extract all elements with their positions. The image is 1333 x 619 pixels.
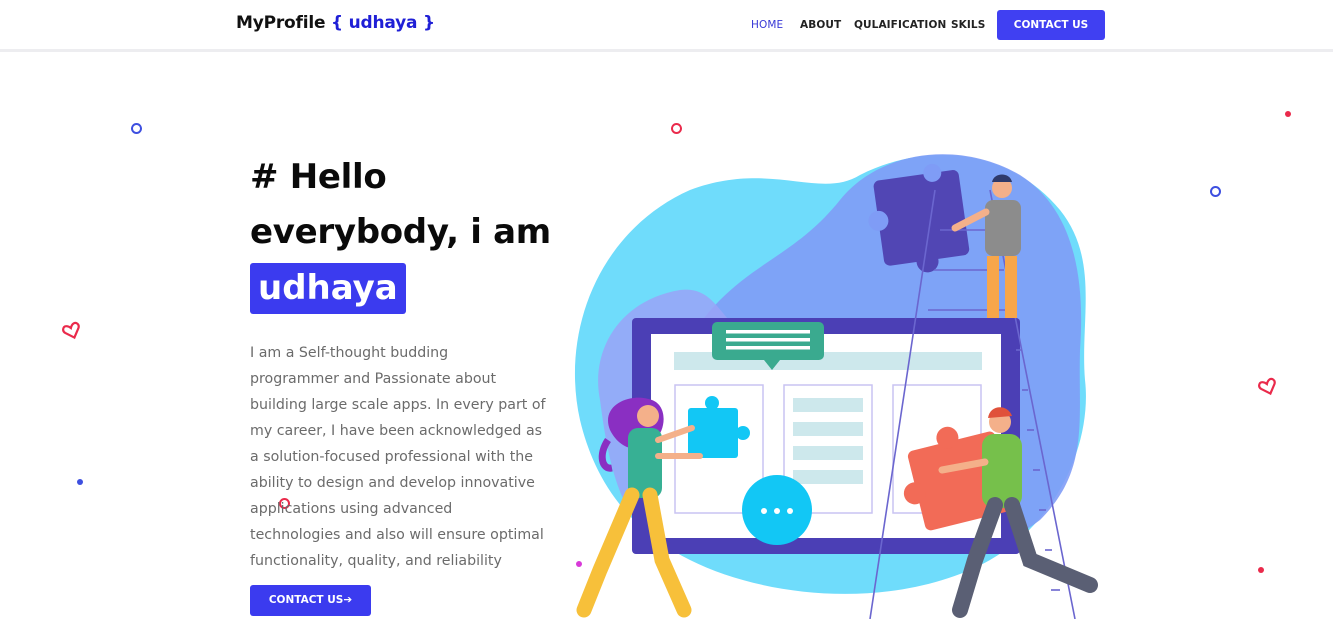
navbar: MyProfile { udhaya } HOME ABOUT QULAIFIC… bbox=[0, 0, 1333, 52]
hero-heading-line-2: everybody, i am bbox=[250, 212, 551, 252]
hero-contact-button[interactable]: CONTACT US➔ bbox=[250, 585, 371, 616]
bio-line: a solution-focused professional with the bbox=[250, 449, 533, 465]
bio-line: my career, I have been acknowledged as bbox=[250, 423, 543, 439]
arrow-right-icon: ➔ bbox=[343, 594, 353, 606]
nav-skills-link[interactable]: SKILS bbox=[951, 19, 985, 31]
deco-dot-red bbox=[1258, 567, 1264, 573]
heart-icon bbox=[1258, 377, 1276, 396]
deco-dot-blue bbox=[77, 479, 83, 485]
bio-line: ability to design and develop innovative bbox=[250, 475, 535, 491]
nav-home-link[interactable]: HOME bbox=[751, 19, 783, 31]
hero-heading-line-1: # Hello bbox=[250, 157, 387, 197]
nav-contact-button[interactable]: CONTACT US bbox=[997, 10, 1105, 40]
nav-about-link[interactable]: ABOUT bbox=[800, 19, 841, 31]
deco-ring-blue bbox=[131, 123, 142, 134]
teamwork-puzzle-illustration bbox=[574, 154, 1098, 619]
hero-name-highlight: udhaya bbox=[250, 263, 406, 314]
brand-logo[interactable]: MyProfile { udhaya } bbox=[236, 13, 435, 33]
bio-line: building large scale apps. In every part… bbox=[250, 397, 546, 413]
puzzle-piece-cyan bbox=[688, 408, 738, 458]
bio-line: I am a Self-thought budding bbox=[250, 345, 449, 361]
heart-icon bbox=[62, 321, 80, 340]
bio-line: applications using advanced bbox=[250, 501, 453, 517]
brand-name: MyProfile bbox=[236, 13, 326, 33]
bio-line: functionality, quality, and reliability bbox=[250, 553, 502, 569]
deco-dot-red bbox=[1285, 111, 1291, 117]
deco-ring-blue bbox=[1210, 186, 1221, 197]
hero-contact-label: CONTACT US bbox=[268, 594, 344, 606]
hero-bio: I am a Self-thought budding programmer a… bbox=[250, 340, 560, 574]
brand-accent: { udhaya } bbox=[331, 13, 435, 33]
deco-ring-red bbox=[671, 123, 682, 134]
bio-line: technologies and also will ensure optima… bbox=[250, 527, 544, 543]
nav-qualification-link[interactable]: QULAIFICATION bbox=[854, 19, 946, 31]
bio-line: programmer and Passionate about bbox=[250, 371, 497, 387]
